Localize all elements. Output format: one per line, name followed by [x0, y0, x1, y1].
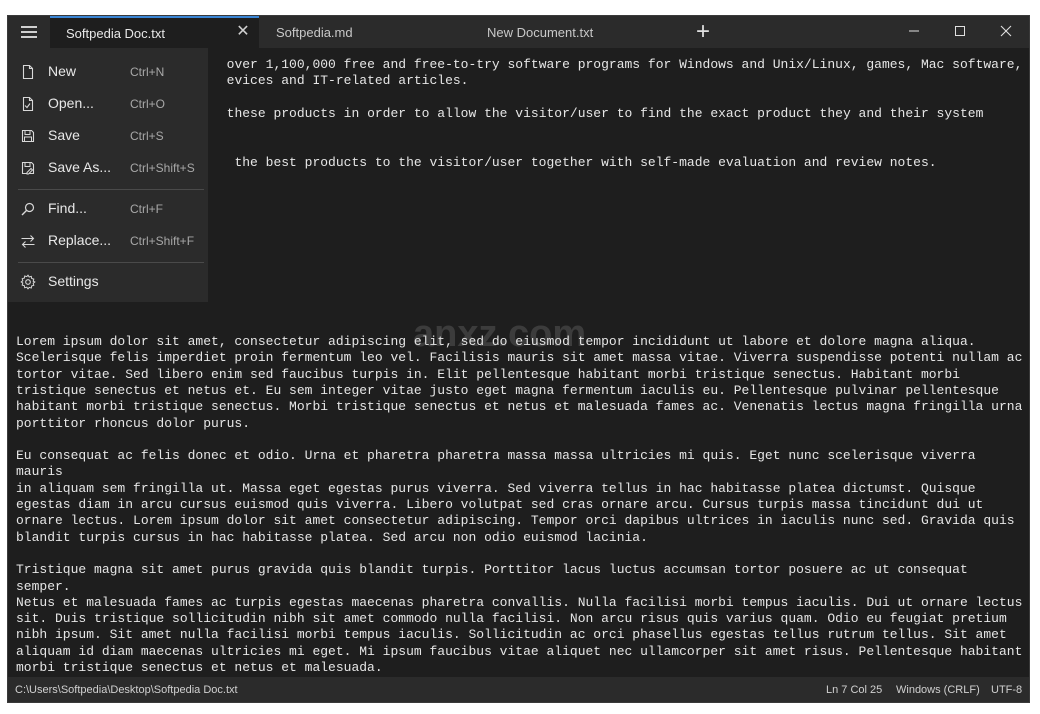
close-tab-icon[interactable]: ✕ — [235, 24, 251, 40]
new-file-icon — [22, 64, 34, 80]
minimize-button[interactable] — [891, 16, 937, 48]
menu-divider — [18, 262, 204, 263]
file-menu: New Ctrl+N Open... Ctrl+O Save Ctrl+S Sa… — [8, 48, 208, 302]
tab-label: Softpedia.md — [276, 24, 353, 40]
menu-item-shortcut: Ctrl+N — [130, 65, 165, 79]
app-window: Softpedia Doc.txt ✕ Softpedia.md New Doc… — [7, 15, 1030, 703]
tab-softpedia-doc[interactable]: Softpedia Doc.txt ✕ — [50, 16, 259, 48]
menu-item-label: Replace... — [48, 232, 112, 248]
watermark-logo: anxz.com — [413, 313, 587, 355]
menu-divider — [18, 189, 204, 190]
menu-item-shortcut: Ctrl+Shift+F — [130, 234, 195, 248]
menu-item-new[interactable]: New Ctrl+N — [8, 57, 208, 87]
menu-item-label: New — [48, 63, 77, 79]
title-bar: Softpedia Doc.txt ✕ Softpedia.md New Doc… — [8, 16, 1029, 48]
hamburger-menu-icon[interactable] — [14, 20, 44, 44]
menu-item-find[interactable]: Find... Ctrl+F — [8, 194, 208, 224]
menu-item-save-as[interactable]: Save As... Ctrl+Shift+S — [8, 153, 208, 183]
menu-item-shortcut: Ctrl+O — [130, 97, 166, 111]
menu-item-open[interactable]: Open... Ctrl+O — [8, 89, 208, 119]
menu-item-replace[interactable]: Replace... Ctrl+Shift+F — [8, 226, 208, 256]
save-icon — [21, 129, 35, 143]
status-bar: C:\Users\Softpedia\Desktop\Softpedia Doc… — [8, 677, 1029, 702]
menu-item-shortcut: Ctrl+S — [130, 129, 164, 143]
line-endings[interactable]: Windows (CRLF) — [896, 684, 980, 696]
menu-item-label: Find... — [48, 200, 87, 216]
menu-item-save[interactable]: Save Ctrl+S — [8, 121, 208, 151]
search-icon — [21, 202, 35, 216]
maximize-button[interactable] — [937, 16, 983, 48]
encoding[interactable]: UTF-8 — [991, 684, 1022, 696]
tab-new-document[interactable]: New Document.txt — [474, 16, 674, 48]
close-icon — [1000, 25, 1012, 37]
file-path: C:\Users\Softpedia\Desktop\Softpedia Doc… — [15, 684, 238, 696]
menu-item-label: Save — [48, 127, 80, 143]
close-window-button[interactable] — [983, 16, 1029, 48]
save-as-icon — [21, 161, 35, 175]
tab-label: New Document.txt — [487, 24, 594, 40]
menu-item-label: Settings — [48, 273, 99, 289]
menu-item-label: Save As... — [48, 159, 112, 175]
tab-softpedia-md[interactable]: Softpedia.md — [259, 16, 474, 48]
new-tab-plus-icon[interactable]: + — [690, 19, 716, 45]
minimize-icon — [909, 30, 919, 32]
menu-item-shortcut: Ctrl+F — [130, 202, 163, 216]
open-file-icon — [22, 96, 34, 112]
maximize-icon — [955, 26, 965, 36]
cursor-position[interactable]: Ln 7 Col 25 — [826, 684, 882, 696]
menu-item-label: Open... — [48, 95, 94, 111]
menu-item-settings[interactable]: Settings — [8, 267, 208, 297]
menu-item-shortcut: Ctrl+Shift+S — [130, 161, 195, 175]
replace-icon — [21, 235, 35, 248]
gear-icon — [20, 274, 36, 290]
tab-label: Softpedia Doc.txt — [66, 25, 165, 41]
